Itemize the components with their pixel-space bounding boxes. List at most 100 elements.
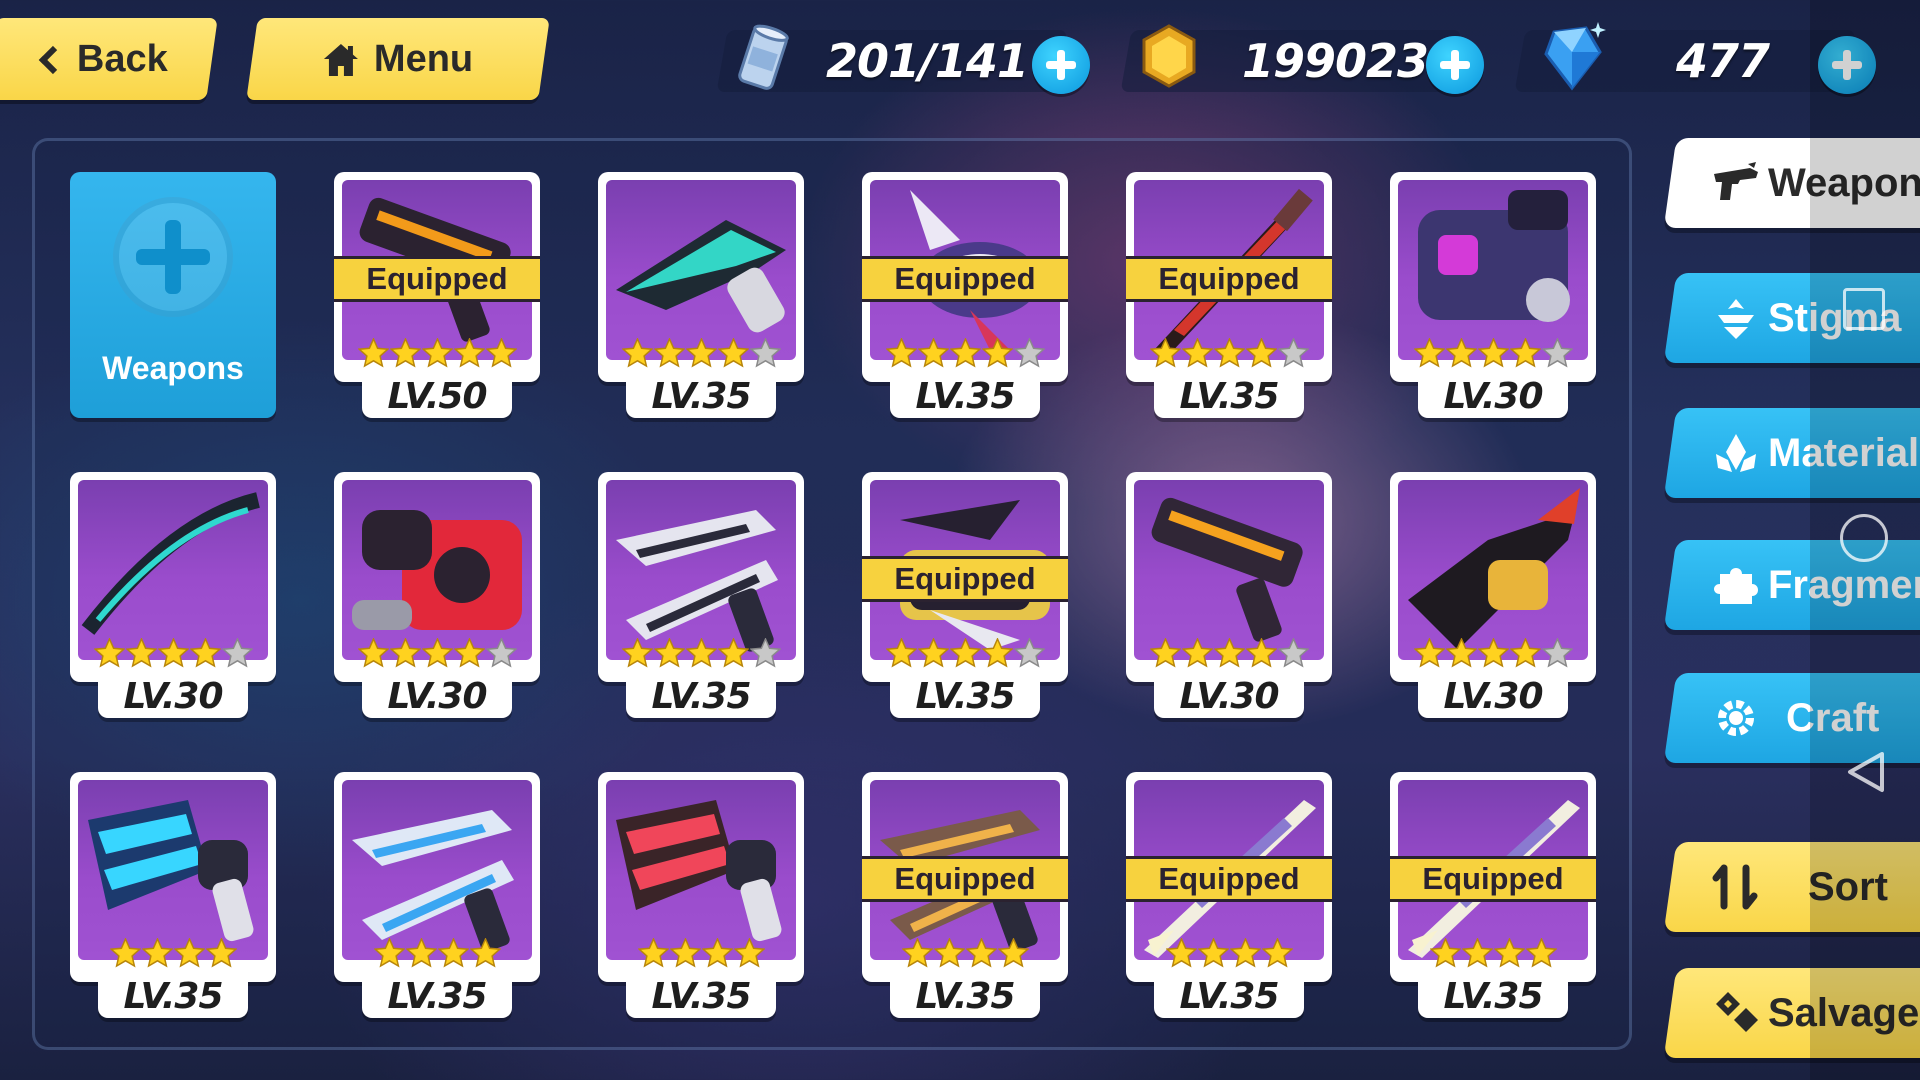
star-empty-icon bbox=[1541, 338, 1573, 368]
weapon-card[interactable]: LV.30 bbox=[70, 472, 276, 722]
star-filled-icon bbox=[1413, 338, 1445, 368]
weapon-level: LV.35 bbox=[362, 974, 512, 1018]
weapon-art bbox=[342, 780, 532, 960]
weapon-card[interactable]: Equipped LV.35 bbox=[862, 772, 1068, 1022]
star-filled-icon bbox=[1149, 638, 1181, 668]
star-rating bbox=[334, 338, 540, 372]
star-filled-icon bbox=[469, 938, 501, 968]
star-empty-icon bbox=[1013, 338, 1045, 368]
weapon-card[interactable]: LV.35 bbox=[70, 772, 276, 1022]
star-filled-icon bbox=[885, 638, 917, 668]
star-filled-icon bbox=[1229, 938, 1261, 968]
star-rating bbox=[1390, 338, 1596, 372]
star-filled-icon bbox=[93, 638, 125, 668]
back-label: Back bbox=[76, 37, 168, 80]
weapon-level: LV.35 bbox=[626, 974, 776, 1018]
star-filled-icon bbox=[421, 638, 453, 668]
weapon-card[interactable]: Equipped LV.50 bbox=[334, 172, 540, 422]
star-filled-icon bbox=[933, 938, 965, 968]
star-filled-icon bbox=[1213, 338, 1245, 368]
star-rating bbox=[1126, 638, 1332, 672]
star-filled-icon bbox=[357, 338, 389, 368]
weapon-card[interactable]: LV.35 bbox=[598, 172, 804, 422]
star-empty-icon bbox=[1013, 638, 1045, 668]
star-filled-icon bbox=[1461, 938, 1493, 968]
weapon-card[interactable]: LV.35 bbox=[598, 472, 804, 722]
star-filled-icon bbox=[485, 338, 517, 368]
weapon-art bbox=[78, 480, 268, 660]
star-filled-icon bbox=[421, 338, 453, 368]
weapon-card[interactable]: LV.35 bbox=[334, 772, 540, 1022]
equipped-badge: Equipped bbox=[334, 256, 540, 302]
weapon-card[interactable]: LV.30 bbox=[1126, 472, 1332, 722]
weapon-card[interactable]: LV.30 bbox=[1390, 172, 1596, 422]
star-filled-icon bbox=[205, 938, 237, 968]
gun-icon bbox=[1714, 162, 1758, 200]
back-nav-icon[interactable] bbox=[1842, 748, 1890, 796]
weapon-art bbox=[342, 480, 532, 660]
weapon-card[interactable]: Equipped LV.35 bbox=[1390, 772, 1596, 1022]
weapon-level: LV.35 bbox=[1418, 974, 1568, 1018]
star-filled-icon bbox=[453, 338, 485, 368]
weapon-card[interactable]: LV.35 bbox=[598, 772, 804, 1022]
star-filled-icon bbox=[1445, 638, 1477, 668]
equipped-badge: Equipped bbox=[862, 256, 1068, 302]
plus-circle-icon bbox=[113, 197, 233, 317]
star-filled-icon bbox=[685, 638, 717, 668]
orange-cannon-icon bbox=[1151, 497, 1303, 642]
weapon-level: LV.35 bbox=[1154, 374, 1304, 418]
star-empty-icon bbox=[749, 338, 781, 368]
star-rating bbox=[862, 338, 1068, 372]
weapon-art bbox=[1134, 480, 1324, 660]
chevron-left-icon bbox=[38, 44, 67, 74]
star-filled-icon bbox=[669, 938, 701, 968]
coin-icon bbox=[1142, 24, 1196, 88]
star-filled-icon bbox=[1165, 938, 1197, 968]
star-filled-icon bbox=[109, 938, 141, 968]
star-rating bbox=[334, 638, 540, 672]
add-coins-button[interactable] bbox=[1426, 36, 1484, 94]
weapon-card[interactable]: Equipped LV.35 bbox=[1126, 172, 1332, 422]
add-weapons-card[interactable]: Weapons bbox=[70, 172, 276, 418]
star-rating bbox=[862, 638, 1068, 672]
weapon-card[interactable]: LV.30 bbox=[334, 472, 540, 722]
weapon-card[interactable]: Equipped LV.35 bbox=[862, 472, 1068, 722]
add-weapons-label: Weapons bbox=[102, 350, 244, 386]
weapon-art bbox=[1398, 180, 1588, 360]
back-button[interactable]: Back bbox=[0, 18, 218, 100]
star-filled-icon bbox=[141, 938, 173, 968]
weapon-level: LV.35 bbox=[890, 374, 1040, 418]
weapon-level: LV.35 bbox=[890, 674, 1040, 718]
weapon-card[interactable]: LV.30 bbox=[1390, 472, 1596, 722]
star-rating bbox=[334, 938, 540, 972]
menu-button[interactable]: Menu bbox=[246, 18, 550, 100]
star-filled-icon bbox=[717, 638, 749, 668]
star-filled-icon bbox=[1509, 338, 1541, 368]
equipped-badge: Equipped bbox=[1126, 856, 1332, 902]
weapon-level: LV.35 bbox=[98, 974, 248, 1018]
weapon-card[interactable]: Equipped LV.35 bbox=[862, 172, 1068, 422]
star-rating bbox=[1390, 938, 1596, 972]
star-rating bbox=[1126, 938, 1332, 972]
star-filled-icon bbox=[357, 638, 389, 668]
star-empty-icon bbox=[1541, 638, 1573, 668]
weapon-art bbox=[606, 780, 796, 960]
weapon-level: LV.35 bbox=[890, 974, 1040, 1018]
star-rating bbox=[1390, 638, 1596, 672]
weapon-art bbox=[606, 180, 796, 360]
blue-revolver-icon bbox=[88, 800, 254, 942]
crystal-icon bbox=[1544, 22, 1606, 91]
recent-apps-icon[interactable] bbox=[1843, 288, 1885, 330]
star-filled-icon bbox=[1245, 338, 1277, 368]
crystals-value: 477 bbox=[1676, 34, 1770, 88]
weapon-level: LV.30 bbox=[98, 674, 248, 718]
weapon-card[interactable]: Equipped LV.35 bbox=[1126, 772, 1332, 1022]
star-filled-icon bbox=[1477, 338, 1509, 368]
silver-pistols-icon bbox=[616, 510, 778, 652]
star-filled-icon bbox=[1149, 338, 1181, 368]
star-filled-icon bbox=[189, 638, 221, 668]
star-filled-icon bbox=[701, 938, 733, 968]
star-filled-icon bbox=[1197, 938, 1229, 968]
add-stamina-button[interactable] bbox=[1032, 36, 1090, 94]
home-nav-icon[interactable] bbox=[1840, 514, 1888, 562]
